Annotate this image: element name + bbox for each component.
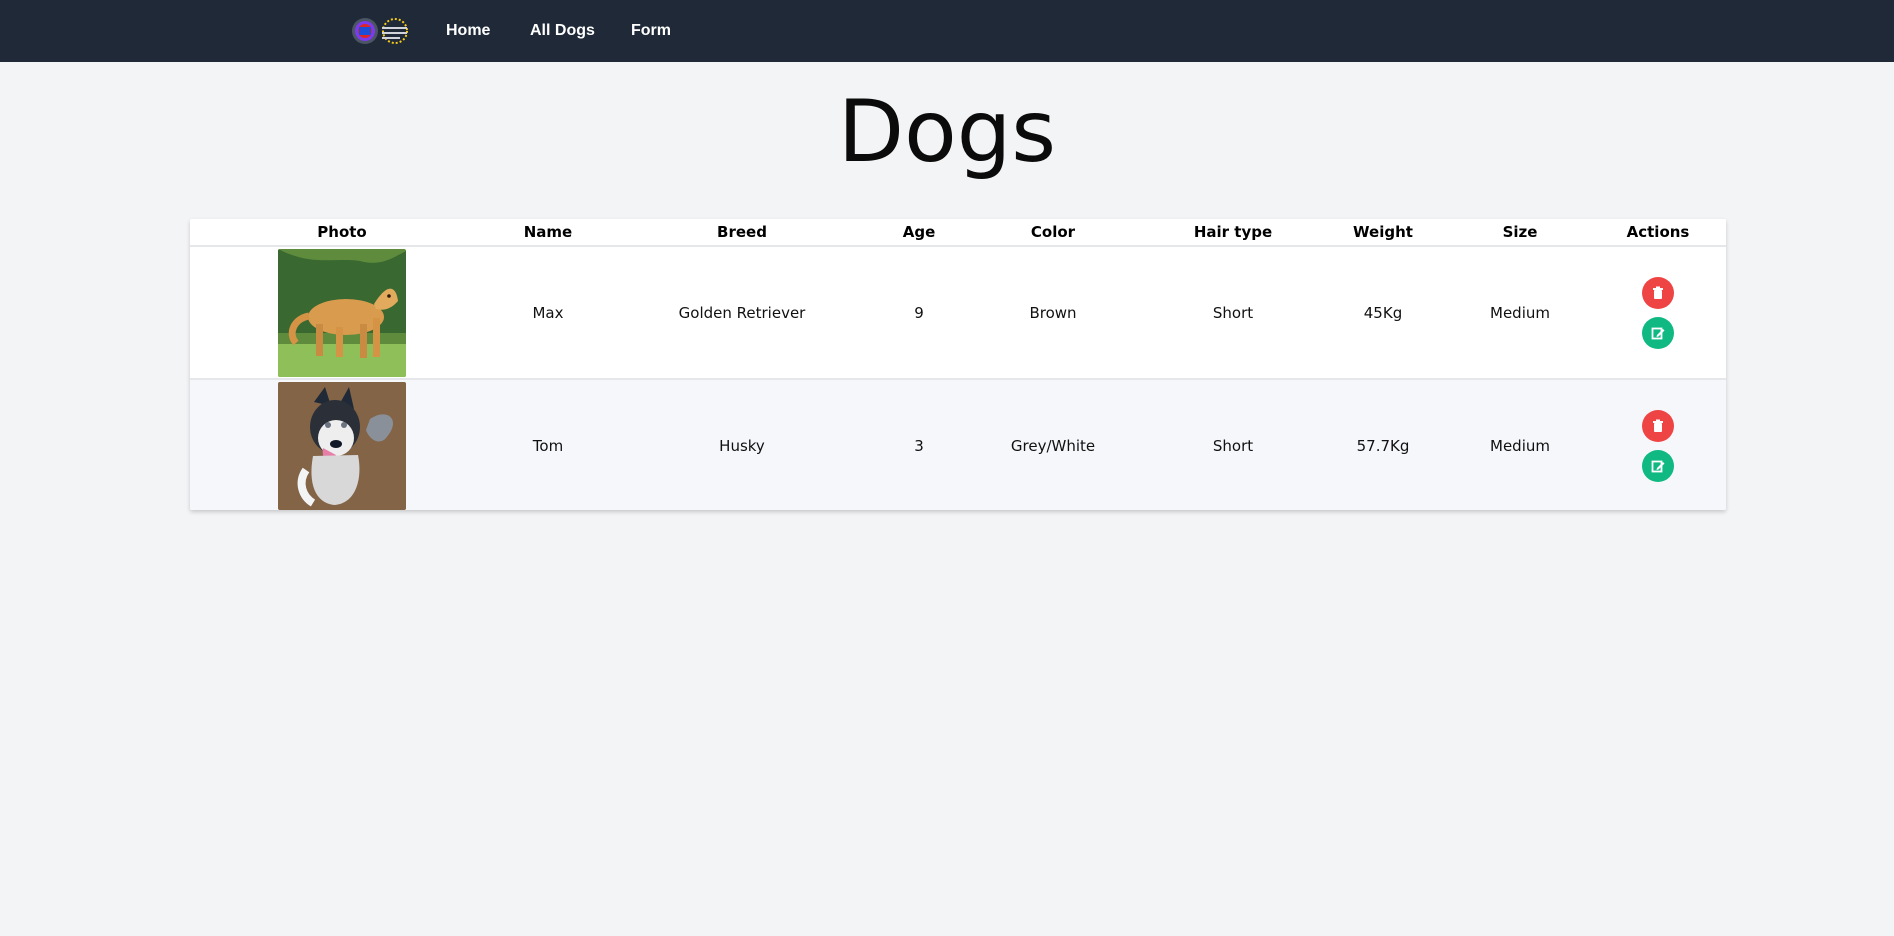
page-title: Dogs	[837, 82, 1057, 182]
table-row: Max Golden Retriever 9 Brown Short 45Kg …	[190, 246, 1726, 380]
trash-icon	[1653, 286, 1663, 299]
nav-all-dogs-link[interactable]: All Dogs	[530, 20, 595, 42]
dog-breed: Husky	[602, 379, 882, 510]
header-name: Name	[494, 219, 602, 247]
dog-color: Brown	[956, 246, 1150, 380]
edit-icon	[1651, 327, 1665, 339]
header-hair-type: Hair type	[1150, 219, 1316, 247]
photo-cell	[190, 379, 494, 510]
dog-weight: 45Kg	[1316, 246, 1450, 380]
dog-photo-husky	[278, 381, 406, 510]
dog-hair-type: Short	[1150, 246, 1316, 380]
dog-photo-golden-retriever	[278, 248, 406, 377]
table-header-row: Photo Name Breed Age Color Hair type Wei…	[190, 219, 1726, 247]
header-color: Color	[956, 219, 1150, 247]
delete-button[interactable]	[1642, 276, 1674, 309]
dog-hair-type: Short	[1150, 379, 1316, 510]
header-breed: Breed	[602, 219, 882, 247]
nav-form-link[interactable]: Form	[631, 20, 671, 42]
dog-size: Medium	[1450, 246, 1590, 380]
dog-name: Tom	[494, 379, 602, 510]
edit-button[interactable]	[1642, 449, 1674, 482]
header-actions: Actions	[1590, 219, 1726, 247]
table-row: Tom Husky 3 Grey/White Short 57.7Kg Medi…	[190, 379, 1726, 510]
dog-weight: 57.7Kg	[1316, 379, 1450, 510]
dogs-table: Photo Name Breed Age Color Hair type Wei…	[190, 219, 1726, 510]
trash-icon	[1653, 419, 1663, 432]
dog-age: 3	[882, 379, 956, 510]
edit-button[interactable]	[1642, 316, 1674, 349]
photo-cell	[190, 246, 494, 380]
header-age: Age	[882, 219, 956, 247]
delete-button[interactable]	[1642, 409, 1674, 442]
dog-breed: Golden Retriever	[602, 246, 882, 380]
header-size: Size	[1450, 219, 1590, 247]
nav-home-link[interactable]: Home	[446, 20, 490, 42]
edit-icon	[1651, 460, 1665, 472]
actions-cell	[1590, 246, 1726, 380]
header-weight: Weight	[1316, 219, 1450, 247]
dogs-table-card: Photo Name Breed Age Color Hair type Wei…	[190, 219, 1726, 510]
dog-color: Grey/White	[956, 379, 1150, 510]
dog-size: Medium	[1450, 379, 1590, 510]
dog-name: Max	[494, 246, 602, 380]
header-photo: Photo	[190, 219, 494, 247]
actions-cell	[1590, 379, 1726, 510]
dog-age: 9	[882, 246, 956, 380]
brand-logo[interactable]	[352, 16, 408, 46]
top-navbar: Home All Dogs Form	[0, 0, 1894, 62]
